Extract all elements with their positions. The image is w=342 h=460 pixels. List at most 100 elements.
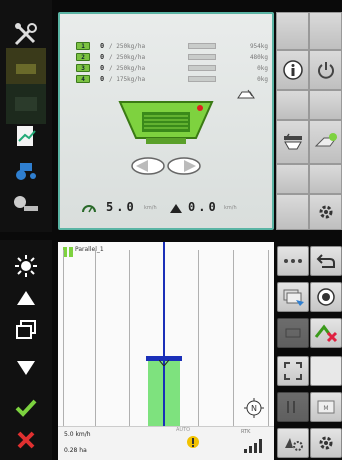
spreader-graphic: [118, 101, 214, 175]
key-icon: [14, 196, 38, 211]
status-strip: 5.0 km/h 0.28 ha AUTO RTK: [58, 426, 274, 460]
area-status: 0.28 ha: [64, 447, 87, 454]
active-track-line: [163, 242, 165, 442]
rate-unit: km/h: [224, 205, 237, 211]
section-off-icon: [314, 324, 338, 343]
stop-button[interactable]: [310, 282, 342, 312]
section-kg: 954kg: [249, 43, 268, 50]
window-switch-button[interactable]: [6, 310, 46, 350]
speedometer-icon: [82, 205, 96, 213]
gear-icon: [319, 205, 332, 219]
power-button[interactable]: [309, 50, 342, 90]
guidance-line: [129, 250, 130, 430]
section-number: 1: [76, 42, 90, 50]
sun-icon: [15, 255, 37, 277]
empty-button[interactable]: [276, 90, 309, 120]
machine-button[interactable]: [6, 48, 46, 88]
section-number: 3: [76, 64, 90, 72]
vehicle-marker-icon: [159, 360, 169, 366]
section-kg: 0kg: [257, 76, 268, 83]
hopper-cover-icon: [283, 133, 302, 150]
empty-button[interactable]: [309, 90, 342, 120]
empty-button[interactable]: [310, 356, 342, 386]
document-icon: [17, 126, 36, 146]
section-rate-row: 1 0 / 250kg/ha 954kg: [76, 42, 272, 51]
section-bar: [188, 76, 216, 82]
guidance-line: [95, 250, 96, 430]
section-target: / 175kg/ha: [109, 76, 146, 83]
bottom-button-grid: M: [276, 242, 342, 460]
marker-icon: [285, 328, 301, 338]
guidance-line: [233, 250, 234, 430]
auto-label: AUTO: [176, 427, 191, 433]
section-bar: [188, 65, 216, 71]
empty-button[interactable]: [309, 12, 342, 50]
spreader-panel: 1 0 / 250kg/ha 954kg 2 0 / 250kg/ha 480k…: [58, 12, 274, 230]
record-field-button[interactable]: [277, 282, 309, 312]
arrow-up-icon: [17, 291, 35, 305]
section-control-button[interactable]: [310, 318, 342, 348]
settings-user-button[interactable]: [6, 184, 46, 224]
track-name: Parallel_1: [75, 246, 104, 253]
info-button[interactable]: [276, 50, 309, 90]
implement-icon: [16, 64, 36, 74]
empty-button[interactable]: [276, 194, 309, 230]
display-settings-button[interactable]: [277, 428, 309, 458]
guidance-line: [63, 250, 64, 430]
more-button[interactable]: [277, 246, 309, 276]
guidance-line: [268, 250, 269, 430]
empty-button[interactable]: [309, 164, 342, 194]
rtk-label: RTK: [241, 429, 251, 435]
section-rate-row: 3 0 / 250kg/ha 0kg: [76, 64, 272, 73]
map-view-button[interactable]: M: [310, 392, 342, 422]
settings-button[interactable]: [310, 428, 342, 458]
svg-text:M: M: [323, 405, 328, 412]
ellipsis-icon: [284, 259, 302, 263]
section-rate: 0: [100, 53, 105, 61]
windows-icon: [16, 320, 36, 339]
return-arrow-icon: [316, 254, 335, 268]
reverse-icon: [287, 401, 295, 413]
section-kg: 0kg: [257, 65, 268, 72]
back-button[interactable]: [310, 246, 342, 276]
expand-icon: [284, 362, 302, 380]
power-icon: [317, 62, 334, 79]
arrow-down-icon: [17, 361, 35, 375]
info-icon: [282, 60, 303, 80]
section-target: / 250kg/ha: [109, 43, 146, 50]
rate-triangle-icon: [170, 204, 182, 213]
section-number: 4: [76, 75, 90, 83]
section-rate-row: 4 0 / 175kg/ha 0kg: [76, 75, 272, 84]
field-map[interactable]: Parallel_1 N 5.0 km/h 0.28 ha AUTO RTK: [58, 242, 274, 460]
map-view-icon: M: [317, 400, 335, 414]
section-target: / 250kg/ha: [109, 65, 146, 72]
down-button[interactable]: [6, 348, 46, 388]
hopper-cover-button[interactable]: [276, 120, 309, 164]
field-icon: [15, 97, 37, 111]
empty-button[interactable]: [276, 164, 309, 194]
section-rate: 0: [100, 42, 105, 50]
speed-status: 5.0 km/h: [64, 431, 91, 438]
section-rate: 0: [100, 75, 105, 83]
wrench-icon: [14, 23, 37, 46]
warning-icon[interactable]: [186, 435, 200, 449]
bottom-sidebar: [0, 240, 52, 460]
disabled-button[interactable]: [277, 392, 309, 422]
cancel-button[interactable]: [6, 420, 46, 460]
fullscreen-button[interactable]: [277, 356, 309, 386]
section-bar: [188, 54, 216, 60]
compass-icon[interactable]: N: [244, 398, 264, 418]
section-rate: 0: [100, 64, 105, 72]
settings-button[interactable]: [309, 194, 342, 230]
rate-value: 0.0: [188, 200, 219, 214]
disabled-button[interactable]: [277, 318, 309, 348]
calibration-button[interactable]: [309, 120, 342, 164]
signal-strength-icon: [244, 439, 262, 453]
tractor-icon: [16, 163, 36, 180]
gear-icon: [319, 436, 333, 450]
svg-text:N: N: [251, 404, 257, 413]
close-icon: [17, 431, 35, 449]
checkmark-icon: [15, 399, 37, 417]
empty-button[interactable]: [276, 12, 309, 50]
calibration-icon: [314, 133, 337, 147]
